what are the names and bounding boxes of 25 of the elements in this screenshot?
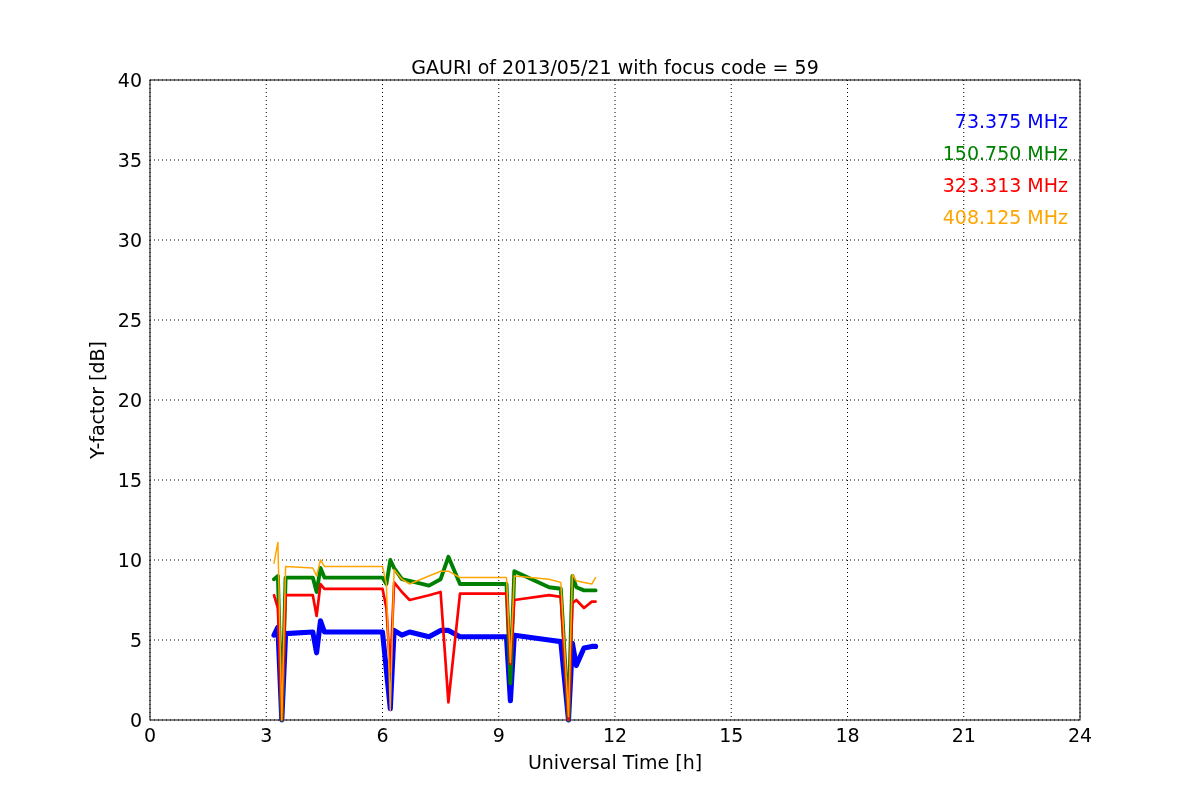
x-axis-label: Universal Time [h] — [527, 751, 703, 773]
y-tick-label: 20 — [117, 389, 142, 411]
x-tick-label: 15 — [719, 724, 744, 746]
x-tick-label: 0 — [143, 724, 157, 746]
x-tick-label: 12 — [602, 724, 628, 746]
chart-title: GAURI of 2013/05/21 with focus code = 59 — [411, 56, 819, 78]
y-tick-label: 30 — [117, 229, 142, 251]
legend-label: 150.750 MHz — [942, 142, 1068, 164]
y-tick-label: 5 — [129, 629, 142, 651]
x-tick-label: 9 — [492, 724, 505, 746]
x-tick-label: 6 — [376, 724, 389, 746]
y-tick-label: 0 — [129, 709, 142, 731]
y-axis-label: Y-factor [dB] — [86, 341, 108, 459]
y-tick-label: 10 — [117, 549, 142, 571]
y-tick-label: 15 — [117, 469, 142, 491]
x-tick-label: 21 — [951, 724, 976, 746]
x-tick-label: 18 — [835, 724, 860, 746]
legend-label: 408.125 MHz — [942, 206, 1068, 228]
x-tick-label: 24 — [1067, 724, 1093, 746]
legend-label: 323.313 MHz — [942, 174, 1068, 196]
y-tick-label: 40 — [117, 69, 142, 91]
y-tick-label: 25 — [117, 309, 142, 331]
x-tick-label: 3 — [260, 724, 273, 746]
legend-label: 73.375 MHz — [954, 110, 1068, 132]
y-tick-label: 35 — [117, 149, 142, 171]
